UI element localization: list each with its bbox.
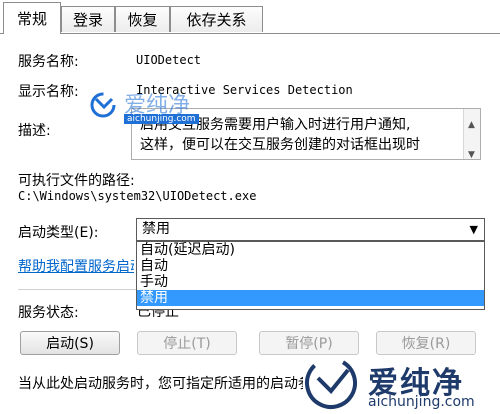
service-name-label: 服务名称:: [18, 54, 79, 70]
help-configure-link[interactable]: 帮助我配置服务启动选项。: [18, 256, 134, 276]
exe-path-value: C:\Windows\system32\UIODetect.exe: [18, 189, 257, 203]
start-button[interactable]: 启动(S): [20, 331, 120, 355]
startup-option-manual[interactable]: 手动: [137, 274, 484, 290]
tab-dependencies[interactable]: 依存关系: [170, 6, 263, 32]
resume-button[interactable]: 恢复(R): [376, 331, 476, 355]
tab-general[interactable]: 常规: [3, 2, 61, 34]
tab-bar: 常规 登录 恢复 依存关系: [0, 0, 500, 34]
watermark-brand-icon: [305, 357, 357, 409]
display-name-label: 显示名称:: [18, 84, 79, 100]
startup-option-auto-delayed[interactable]: 自动(延迟启动): [137, 242, 484, 258]
service-status-label: 服务状态:: [18, 305, 79, 321]
start-params-hint: 当从此处启动服务时，您可指定所适用的启动参数。: [18, 376, 303, 392]
chevron-down-icon[interactable]: ▼: [470, 219, 478, 240]
description-line-2: 这样，便可以在交互服务创建的对话框出现时: [140, 137, 420, 153]
scroll-down-icon[interactable]: ▼: [468, 145, 475, 159]
tab-recovery[interactable]: 恢复: [115, 6, 170, 32]
startup-type-select[interactable]: 禁用 ▼: [136, 218, 485, 241]
watermark-text-large: 爱纯净: [368, 366, 464, 401]
startup-option-auto[interactable]: 自动: [137, 258, 484, 274]
scroll-up-icon[interactable]: ▲: [468, 115, 475, 135]
tab-divider: [0, 33, 500, 34]
pause-button[interactable]: 暂停(P): [259, 331, 359, 355]
startup-option-disabled[interactable]: 禁用: [137, 290, 484, 306]
stop-button[interactable]: 停止(T): [137, 331, 237, 355]
startup-type-label: 启动类型(E):: [18, 225, 99, 241]
startup-type-dropdown[interactable]: 自动(延迟启动) 自动 手动 禁用: [136, 241, 485, 310]
exe-path-label: 可执行文件的路径:: [18, 173, 135, 189]
description-line-1: 启用交互服务需要用户输入时进行用户通知,: [140, 117, 411, 133]
watermark-logo-large: 爱纯净 aichunjing.com: [300, 352, 500, 414]
tab-logon[interactable]: 登录: [61, 6, 115, 32]
service-name-value: UIODetect: [136, 53, 202, 67]
description-scrollbar[interactable]: ▲ ▼: [463, 109, 480, 159]
watermark-url-large: aichunjing.com: [368, 394, 475, 410]
description-label: 描述:: [18, 123, 51, 139]
display-name-value: Interactive Services Detection: [136, 83, 353, 97]
description-box[interactable]: 启用交互服务需要用户输入时进行用户通知, 这样，便可以在交互服务创建的对话框出现…: [131, 108, 481, 160]
startup-type-selected: 禁用: [142, 221, 170, 237]
